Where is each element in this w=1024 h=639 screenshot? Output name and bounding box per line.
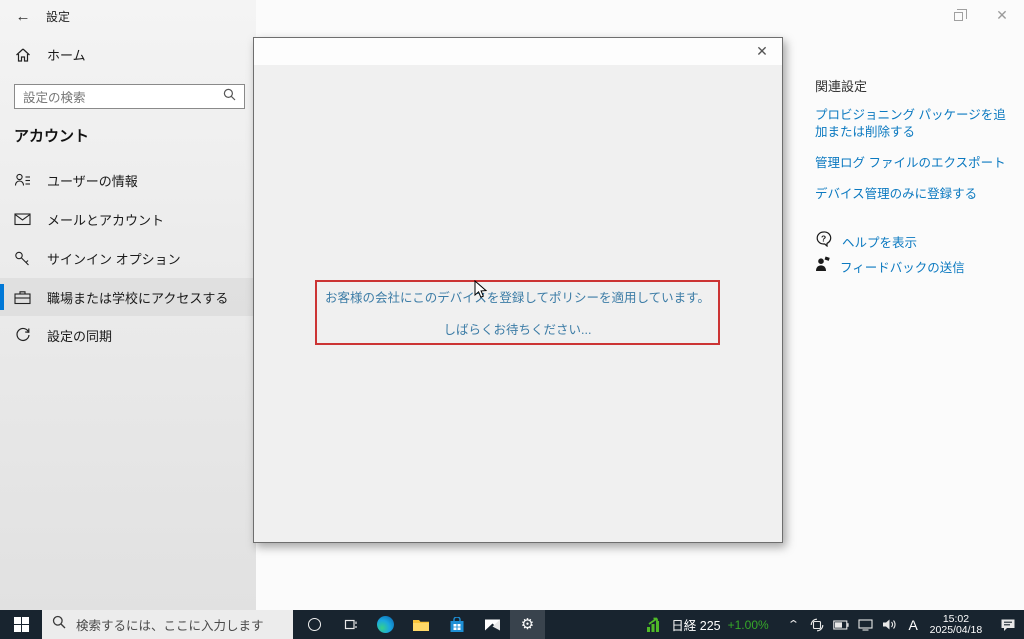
back-arrow-icon: ← (15, 7, 31, 25)
battery-icon[interactable] (833, 619, 850, 630)
enrollment-message-box: お客様の会社にこのデバイスを登録してポリシーを適用しています。 しばらくお待ちく… (315, 280, 720, 345)
cortana-icon (308, 618, 322, 631)
user-info-icon (14, 172, 31, 189)
sidebar-item-label: 設定の同期 (47, 328, 113, 344)
home-icon (14, 46, 31, 63)
windows-logo-icon (13, 617, 29, 632)
sidebar-item-label: 職場または学校にアクセスする (47, 290, 229, 306)
taskbar: 検索するには、ここに入力します ⚙ 日経 225 +1.00% ⌃ A 15:0… (0, 610, 1024, 639)
task-view-icon (344, 619, 357, 630)
news-widget[interactable]: 日経 225 +1.00% (638, 610, 776, 639)
file-explorer-button[interactable] (403, 610, 439, 639)
edge-button[interactable] (368, 610, 404, 639)
enrollment-message-line1: お客様の会社にこのデバイスを登録してポリシーを適用しています。 (325, 291, 710, 305)
stock-name: 日経 225 (671, 619, 721, 633)
system-tray: ⌃ A (785, 610, 922, 639)
enrollment-message-line2: しばらくお待ちください... (443, 323, 592, 337)
mail-icon (14, 211, 31, 228)
sidebar-item-sync-settings[interactable]: 設定の同期 (0, 316, 256, 354)
settings-gear-icon: ⚙ (520, 616, 535, 633)
cortana-button[interactable] (297, 610, 333, 639)
search-icon (52, 615, 66, 634)
taskbar-search-placeholder: 検索するには、ここに入力します (76, 619, 264, 633)
taskbar-search-input[interactable]: 検索するには、ここに入力します (42, 610, 293, 639)
search-placeholder: 設定の検索 (23, 91, 86, 105)
dialog-close-button[interactable]: ✕ (742, 43, 782, 60)
feedback-icon (815, 256, 830, 277)
sidebar-item-user-info[interactable]: ユーザーの情報 (0, 161, 256, 199)
date-label: 2025/04/18 (929, 623, 983, 636)
settings-sidebar: ← 設定 ホーム 設定の検索 アカウント ユーザーの情報 メールとアカウント サ… (0, 0, 256, 610)
tablet-rotation-icon[interactable] (809, 618, 826, 632)
restore-button[interactable] (936, 0, 980, 30)
window-controls: ✕ (936, 0, 1024, 30)
help-link-label: ヘルプを表示 (842, 236, 918, 250)
stock-change: +1.00% (727, 617, 769, 632)
restore-icon (953, 8, 967, 21)
enrollment-dialog: ✕ お客様の会社にこのデバイスを登録してポリシーを適用しています。 しばらくお待… (253, 37, 783, 543)
tray-chevron-up-icon[interactable]: ⌃ (781, 618, 805, 631)
store-icon (450, 616, 464, 632)
link-enroll-device-management[interactable]: デバイス管理のみに登録する (815, 186, 1015, 203)
link-provisioning-packages[interactable]: プロビジョニング パッケージを追加または削除する (815, 107, 1015, 141)
help-link[interactable]: ? ヘルプを表示 (815, 231, 917, 252)
sidebar-item-label: メールとアカウント (47, 212, 165, 228)
store-button[interactable] (439, 610, 475, 639)
action-center-icon (1001, 619, 1015, 631)
mail-app-icon (484, 619, 500, 630)
home-label: ホーム (47, 48, 86, 63)
related-settings: 関連設定 プロビジョニング パッケージを追加または削除する 管理ログ ファイルの… (815, 76, 1015, 217)
action-center-button[interactable] (992, 610, 1024, 639)
sidebar-item-signin-options[interactable]: サインイン オプション (0, 239, 256, 277)
sidebar-item-email-accounts[interactable]: メールとアカウント (0, 200, 256, 238)
settings-app-button[interactable]: ⚙ (509, 610, 546, 639)
help-icon: ? (815, 231, 832, 252)
sync-icon (14, 327, 31, 344)
edge-icon (377, 616, 395, 633)
sidebar-item-access-work-school[interactable]: 職場または学校にアクセスする (0, 278, 256, 316)
sidebar-item-label: サインイン オプション (47, 251, 181, 267)
settings-search-input[interactable]: 設定の検索 (14, 84, 245, 109)
sidebar-item-home[interactable]: ホーム (14, 45, 86, 64)
page-title: 設定 (46, 9, 71, 24)
dialog-titlebar: ✕ (254, 38, 782, 65)
sidebar-item-label: ユーザーの情報 (47, 173, 138, 189)
search-icon (223, 88, 236, 106)
feedback-link[interactable]: フィードバックの送信 (815, 256, 965, 277)
svg-text:?: ? (821, 234, 826, 244)
file-explorer-icon (413, 619, 430, 631)
task-view-button[interactable] (332, 610, 368, 639)
close-icon: ✕ (996, 6, 1008, 23)
mail-app-button[interactable] (474, 610, 510, 639)
screen: ← 設定 ホーム 設定の検索 アカウント ユーザーの情報 メールとアカウント サ… (0, 0, 1024, 639)
taskbar-clock[interactable]: 15:02 2025/04/18 (930, 610, 983, 639)
volume-icon[interactable] (881, 618, 898, 631)
close-button[interactable]: ✕ (980, 0, 1024, 30)
link-export-management-log[interactable]: 管理ログ ファイルのエクスポート (815, 155, 1015, 172)
time-label: 15:02 (942, 612, 970, 625)
mouse-cursor (474, 279, 488, 304)
related-settings-header: 関連設定 (815, 79, 868, 94)
close-icon: ✕ (756, 43, 768, 59)
briefcase-icon (14, 289, 31, 306)
back-button[interactable]: ← (0, 8, 46, 25)
start-button[interactable] (0, 610, 42, 639)
feedback-link-label: フィードバックの送信 (840, 261, 965, 275)
section-header-accounts: アカウント (14, 128, 90, 145)
key-icon (14, 250, 31, 267)
ime-indicator[interactable]: A (905, 617, 922, 633)
stock-chart-icon (647, 617, 660, 632)
titlebar: ← 設定 (0, 0, 256, 32)
network-icon[interactable] (857, 618, 874, 631)
